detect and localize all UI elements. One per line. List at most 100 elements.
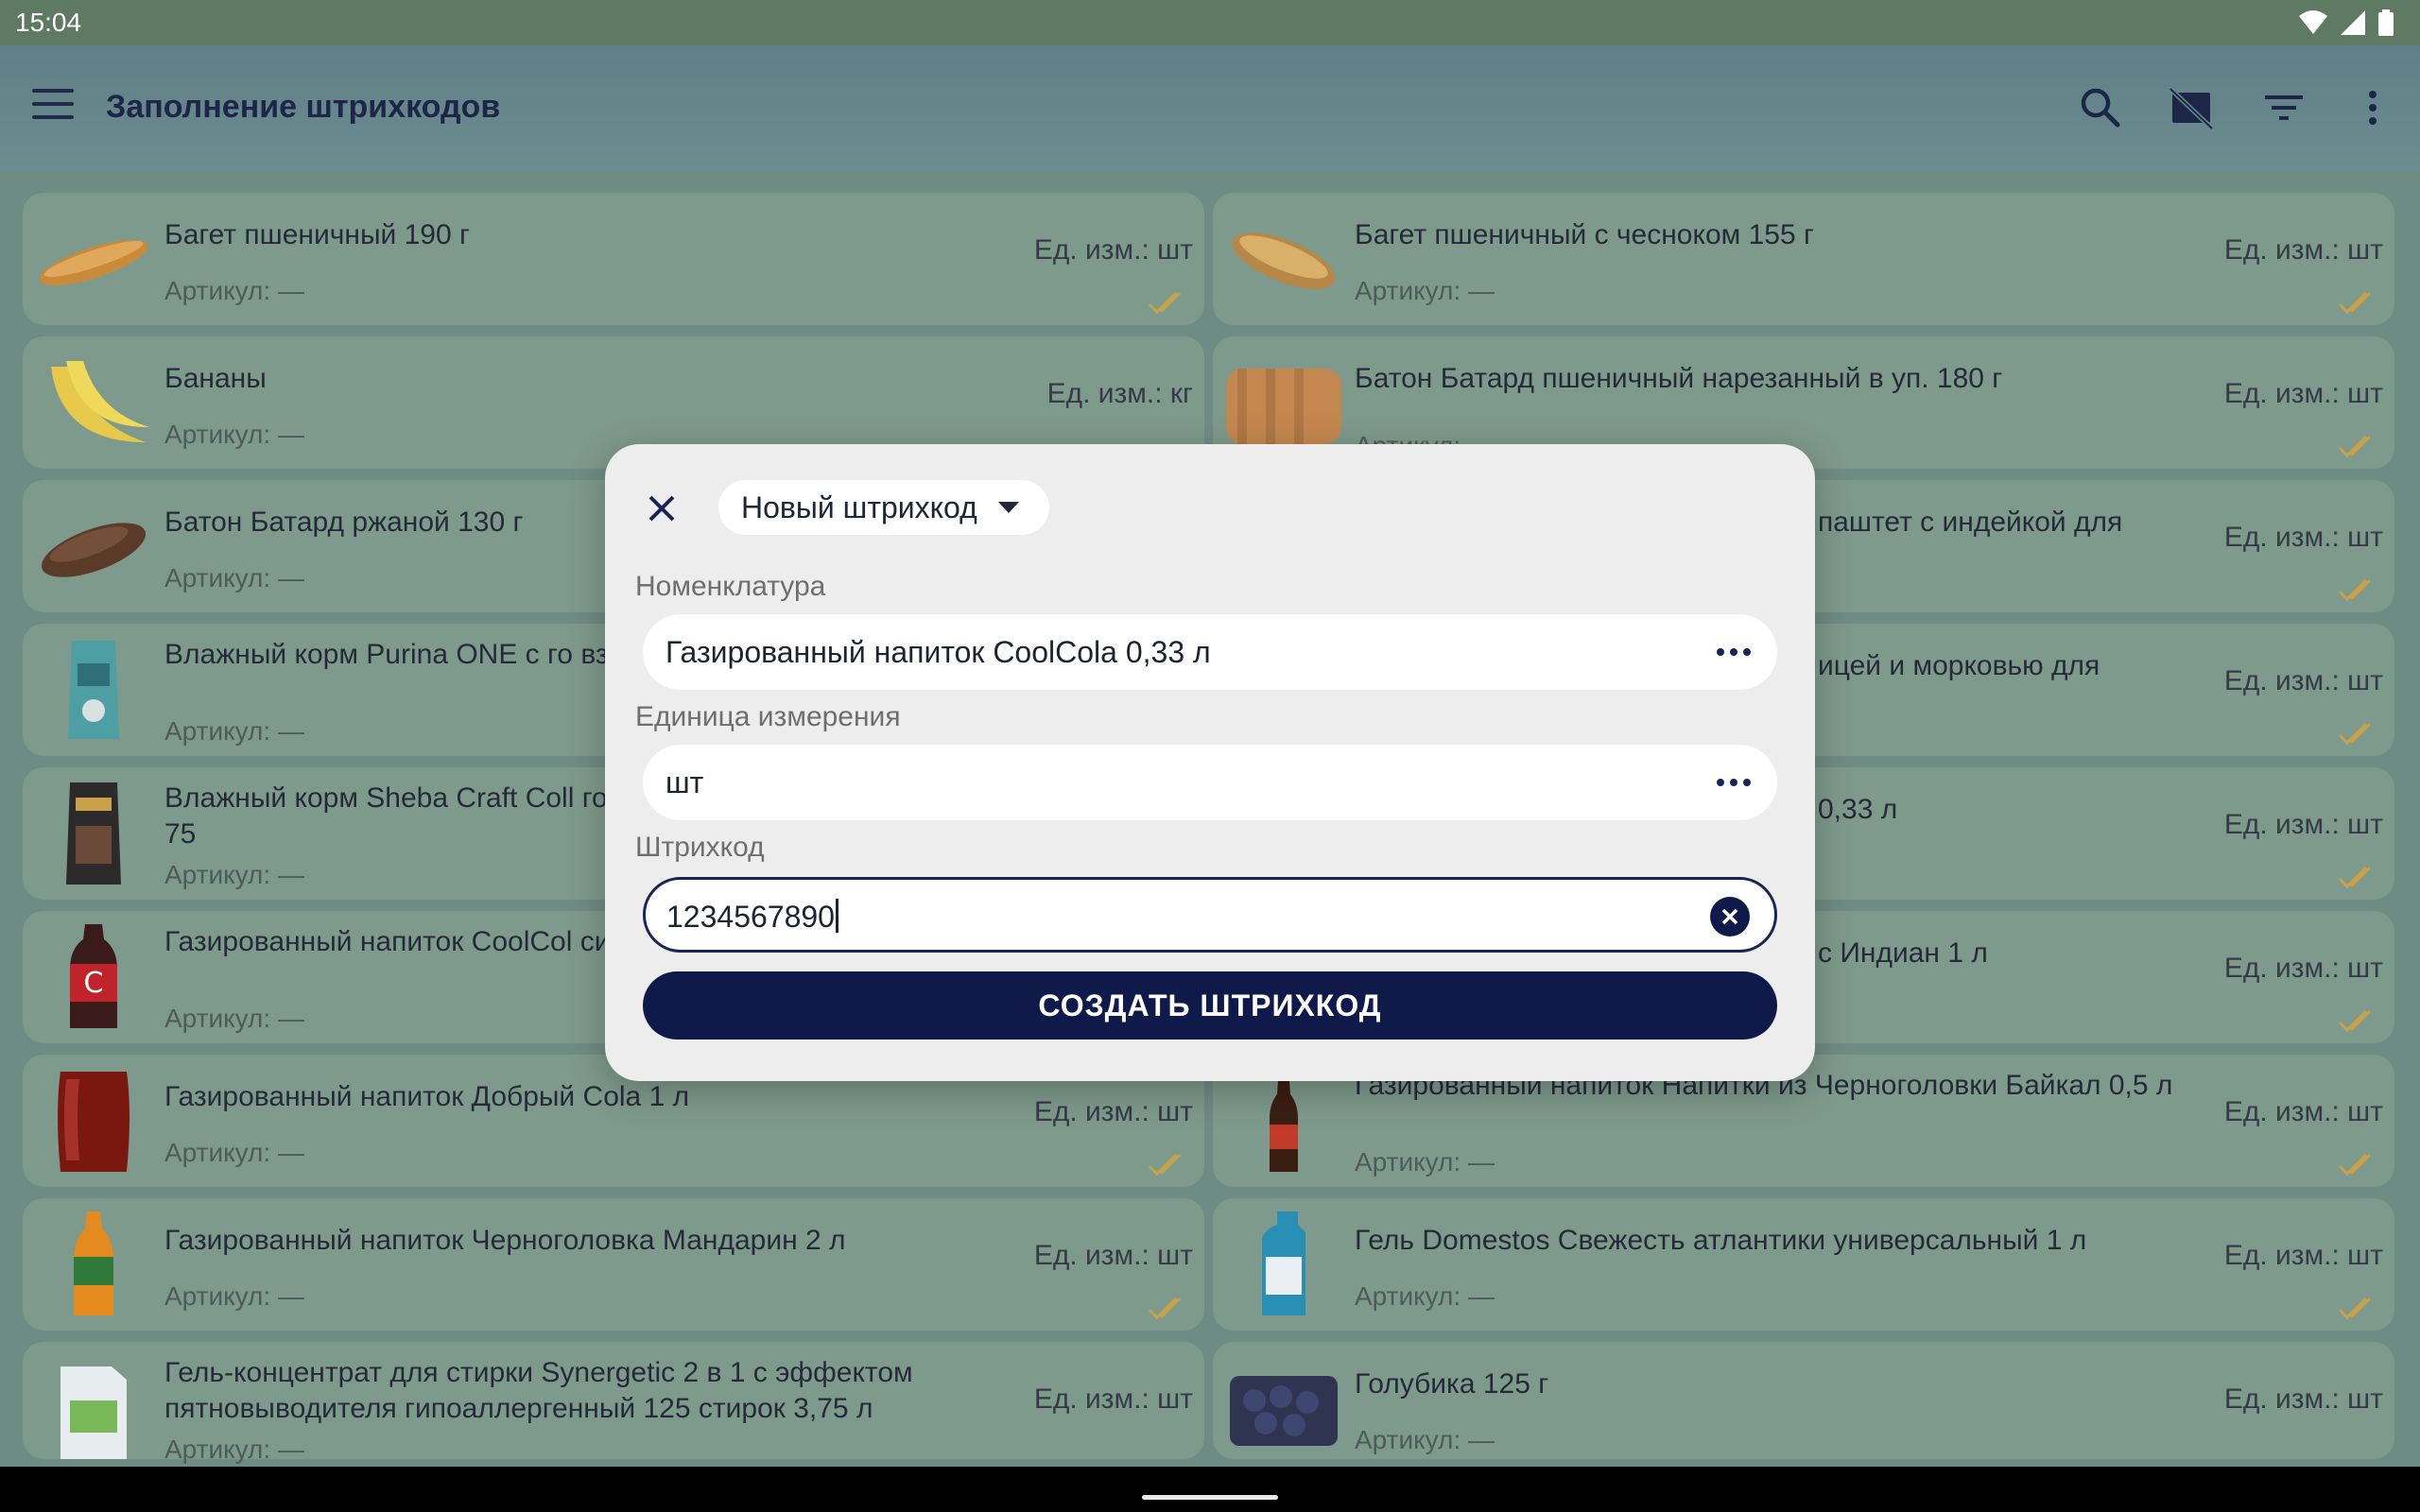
product-name: Голубика 125 г — [1355, 1368, 1549, 1400]
done-check-icon — [2338, 435, 2372, 458]
svg-text:C: C — [84, 967, 104, 1000]
nomenclature-field[interactable]: Газированный напиток CoolCola 0,33 л — [643, 614, 1777, 690]
product-card[interactable]: Газированный напиток Черноголовка Мандар… — [23, 1198, 1204, 1331]
product-article: Артикул: — — [164, 563, 304, 593]
barcode-type-label: Новый штрихкод — [741, 490, 977, 524]
product-unit: Ед. изм.: шт — [2223, 1240, 2383, 1271]
product-unit: Ед. изм.: шт — [2223, 378, 2383, 409]
done-check-icon — [2338, 722, 2372, 746]
product-article: Артикул: — — [164, 420, 304, 449]
status-bar: 15:04 — [0, 0, 2420, 45]
product-thumb-cola-dobry — [32, 1066, 155, 1176]
chevron-down-icon — [997, 502, 1019, 513]
product-name: Багет пшеничный с чесноком 155 г — [1355, 219, 1814, 250]
text-cursor — [835, 899, 838, 933]
new-barcode-dialog: Новый штрихкод Номенклатура Газированный… — [605, 444, 1815, 1081]
barcode-type-dropdown[interactable]: Новый штрихкод — [718, 480, 1049, 535]
product-article: Артикул: — — [164, 276, 304, 305]
product-article: Артикул: — — [164, 1138, 304, 1167]
product-article: Артикул: — — [164, 1435, 304, 1464]
close-icon[interactable] — [639, 486, 684, 531]
menu-icon[interactable] — [32, 89, 74, 127]
nomenclature-label: Номенклатура — [635, 571, 826, 602]
page-title: Заполнение штрихкодов — [106, 89, 501, 125]
product-thumb-bread-sliced — [1222, 348, 1345, 457]
status-time: 15:04 — [15, 8, 82, 37]
product-thumb-blueberries — [1222, 1353, 1345, 1463]
status-icons — [2299, 9, 2394, 41]
unit-value: шт — [666, 765, 704, 799]
product-unit: Ед. изм.: шт — [1033, 1096, 1193, 1127]
no-image-icon[interactable] — [2167, 83, 2216, 132]
product-thumb-cat-food-sheba — [32, 779, 155, 888]
product-unit: Ед. изм.: шт — [1033, 1383, 1193, 1415]
product-card[interactable]: Гель Domestos Свежесть атлантики универс… — [1213, 1198, 2394, 1331]
product-name: Багет пшеничный 190 г — [164, 219, 470, 250]
done-check-icon — [2338, 578, 2372, 602]
product-article: Артикул: — — [164, 716, 304, 746]
product-unit: Ед. изм.: шт — [2223, 234, 2383, 266]
product-thumb-baguette-garlic — [1222, 204, 1345, 314]
product-unit: Ед. изм.: шт — [2223, 809, 2383, 840]
product-card[interactable]: Голубика 125 г Артикул: — Ед. изм.: шт — [1213, 1342, 2394, 1459]
more-horiz-icon[interactable] — [1715, 771, 1753, 794]
product-thumb-rye-bread — [32, 491, 155, 601]
wifi-icon — [2299, 10, 2327, 40]
home-gesture-handle[interactable] — [1142, 1495, 1278, 1500]
done-check-icon — [2338, 866, 2372, 889]
barcode-value: 1234567890 — [666, 899, 838, 935]
product-article: Артикул: — — [164, 1281, 304, 1311]
barcode-input[interactable]: 1234567890 — [643, 877, 1777, 953]
product-unit: Ед. изм.: шт — [1033, 234, 1193, 266]
product-name: Батон Батард пшеничный нарезанный в уп. … — [1355, 363, 2003, 394]
product-card[interactable]: Багет пшеничный 190 г Артикул: — Ед. изм… — [23, 193, 1204, 325]
product-article: Артикул: — — [1355, 1147, 1495, 1177]
unit-field[interactable]: шт — [643, 745, 1777, 820]
more-vert-icon[interactable] — [2348, 83, 2397, 132]
done-check-icon — [2338, 291, 2372, 315]
done-check-icon — [1148, 1153, 1182, 1177]
product-name: Бананы — [164, 363, 267, 394]
product-article: Артикул: — — [164, 860, 304, 889]
product-unit: Ед. изм.: шт — [2223, 522, 2383, 553]
unit-label: Единица измерения — [635, 701, 901, 732]
product-thumb-cat-food-purina — [32, 635, 155, 745]
navigation-bar — [0, 1467, 2420, 1512]
nomenclature-value: Газированный напиток CoolCola 0,33 л — [666, 635, 1211, 669]
product-card[interactable]: Гель-концентрат для стирки Synergetic 2 … — [23, 1342, 1204, 1464]
done-check-icon — [2338, 1009, 2372, 1033]
product-article: Артикул: — — [164, 1004, 304, 1033]
product-thumb-mandarin-bottle — [32, 1210, 155, 1319]
product-thumb-baguette — [32, 204, 155, 314]
product-article: Артикул: — — [1355, 276, 1495, 305]
app-bar: Заполнение штрихкодов — [0, 45, 2420, 172]
search-icon[interactable] — [2076, 83, 2125, 132]
done-check-icon — [2338, 1153, 2372, 1177]
product-unit: Ед. изм.: шт — [2223, 665, 2383, 696]
product-name: Газированный напиток Добрый Cola 1 л — [164, 1081, 690, 1112]
product-unit: Ед. изм.: шт — [2223, 1096, 2383, 1127]
product-article: Артикул: — — [1355, 1425, 1495, 1454]
done-check-icon — [1148, 291, 1182, 315]
battery-icon — [2378, 9, 2394, 41]
done-check-icon — [2338, 1297, 2372, 1320]
filter-icon[interactable] — [2259, 83, 2308, 132]
done-check-icon — [1148, 1297, 1182, 1320]
product-name: Гель-концентрат для стирки Synergetic 2 … — [164, 1357, 913, 1424]
product-thumb-baikal-bottle — [1222, 1066, 1345, 1176]
product-unit: Ед. изм.: шт — [2223, 953, 2383, 984]
barcode-value-text: 1234567890 — [666, 900, 835, 934]
barcode-label: Штрихкод — [635, 832, 765, 863]
signal-icon — [2341, 10, 2365, 40]
product-thumb-cola-bottle: C — [32, 922, 155, 1032]
more-horiz-icon[interactable] — [1715, 641, 1753, 663]
product-name: Газированный напиток Черноголовка Мандар… — [164, 1225, 846, 1256]
product-unit: Ед. изм.: шт — [2223, 1383, 2383, 1415]
clear-icon[interactable] — [1710, 897, 1750, 936]
product-thumb-bananas — [32, 348, 155, 457]
product-card[interactable]: Багет пшеничный с чесноком 155 г Артикул… — [1213, 193, 2394, 325]
create-barcode-button[interactable]: СОЗДАТЬ ШТРИХКОД — [643, 971, 1777, 1040]
product-thumb-synergetic — [32, 1353, 155, 1463]
product-name: Гель Domestos Свежесть атлантики универс… — [1355, 1225, 2087, 1256]
product-thumb-domestos — [1222, 1210, 1345, 1319]
